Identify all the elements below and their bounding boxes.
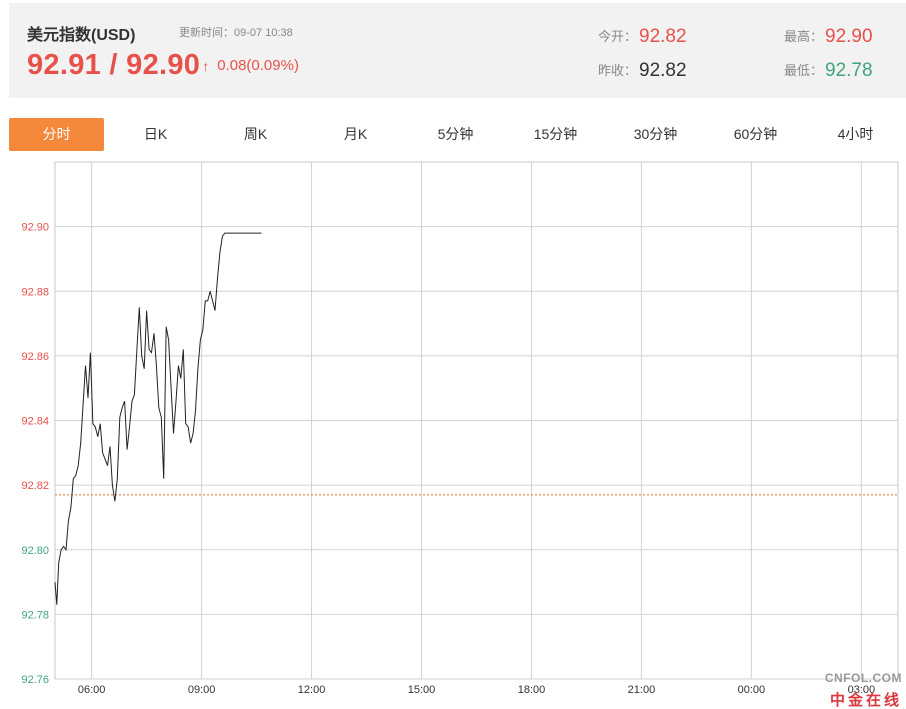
high-label: 最高： <box>784 29 824 44</box>
prev-close-value: 92.82 <box>639 60 687 81</box>
high-value: 92.90 <box>825 26 873 47</box>
tab-4hour[interactable]: 4小时 <box>808 118 903 151</box>
logo-text-latin: CNFOL.COM <box>824 671 902 685</box>
y-tick-label: 92.86 <box>21 351 49 363</box>
y-tick-label: 92.90 <box>21 222 49 234</box>
instrument-title: 美元指数(USD) <box>27 27 136 44</box>
y-tick-label: 92.82 <box>21 480 49 492</box>
x-tick-label: 00:00 <box>738 684 766 696</box>
prev-close-label: 昨收： <box>598 63 638 78</box>
x-tick-label: 09:00 <box>188 684 216 696</box>
update-label: 更新时间： <box>179 27 234 39</box>
period-tabs: 分时 日K 周K 月K 5分钟 15分钟 30分钟 60分钟 4小时 <box>9 118 906 151</box>
tab-30min[interactable]: 30分钟 <box>608 118 703 151</box>
open-label: 今开： <box>598 29 638 44</box>
tab-intraday[interactable]: 分时 <box>9 118 104 151</box>
x-tick-label: 06:00 <box>78 684 106 696</box>
x-tick-label: 12:00 <box>298 684 326 696</box>
high-stat: 最高： 92.90 <box>784 25 873 47</box>
y-tick-label: 92.78 <box>21 609 49 621</box>
current-price: 92.91 / 92.90 <box>27 49 201 81</box>
tab-15min[interactable]: 15分钟 <box>508 118 603 151</box>
tab-daily-k[interactable]: 日K <box>108 118 203 151</box>
x-tick-label: 21:00 <box>628 684 656 696</box>
tab-60min[interactable]: 60分钟 <box>708 118 803 151</box>
y-tick-label: 92.80 <box>21 545 49 557</box>
x-tick-label: 15:00 <box>408 684 436 696</box>
tab-weekly-k[interactable]: 周K <box>208 118 303 151</box>
price-change: 0.08(0.09%) <box>217 57 299 74</box>
open-stat: 今开： 92.82 <box>598 25 687 47</box>
low-label: 最低： <box>784 63 824 78</box>
logo-text-chinese: 中金在线 <box>829 692 902 709</box>
tab-monthly-k[interactable]: 月K <box>308 118 403 151</box>
low-stat: 最低： 92.78 <box>784 59 873 81</box>
y-tick-label: 92.88 <box>21 286 49 298</box>
chart-svg: 92.90 92.88 92.86 92.84 92.82 92.80 92.78 92.76… <box>21 161 899 696</box>
open-value: 92.82 <box>639 26 687 47</box>
cnfol-logo: CNFOL.COM 中金在线 <box>810 671 902 709</box>
update-time: 更新时间：09-07 10:38 <box>179 24 293 40</box>
y-tick-label: 92.84 <box>21 416 49 428</box>
low-value: 92.78 <box>825 60 873 81</box>
x-tick-label: 18:00 <box>518 684 546 696</box>
arrow-up-icon: ↑ <box>202 58 210 74</box>
update-value: 09-07 10:38 <box>234 27 293 39</box>
intraday-chart: 92.90 92.88 92.86 92.84 92.82 92.80 92.78 92.76… <box>0 160 906 709</box>
y-tick-label: 92.76 <box>21 674 49 686</box>
prev-close-stat: 昨收： 92.82 <box>598 59 687 81</box>
quote-header: 美元指数(USD) 更新时间：09-07 10:38 92.91 / 92.90… <box>9 3 906 98</box>
price-line: 92.91 / 92.90 ↑ 0.08(0.09%) <box>27 49 299 82</box>
tab-5min[interactable]: 5分钟 <box>408 118 503 151</box>
